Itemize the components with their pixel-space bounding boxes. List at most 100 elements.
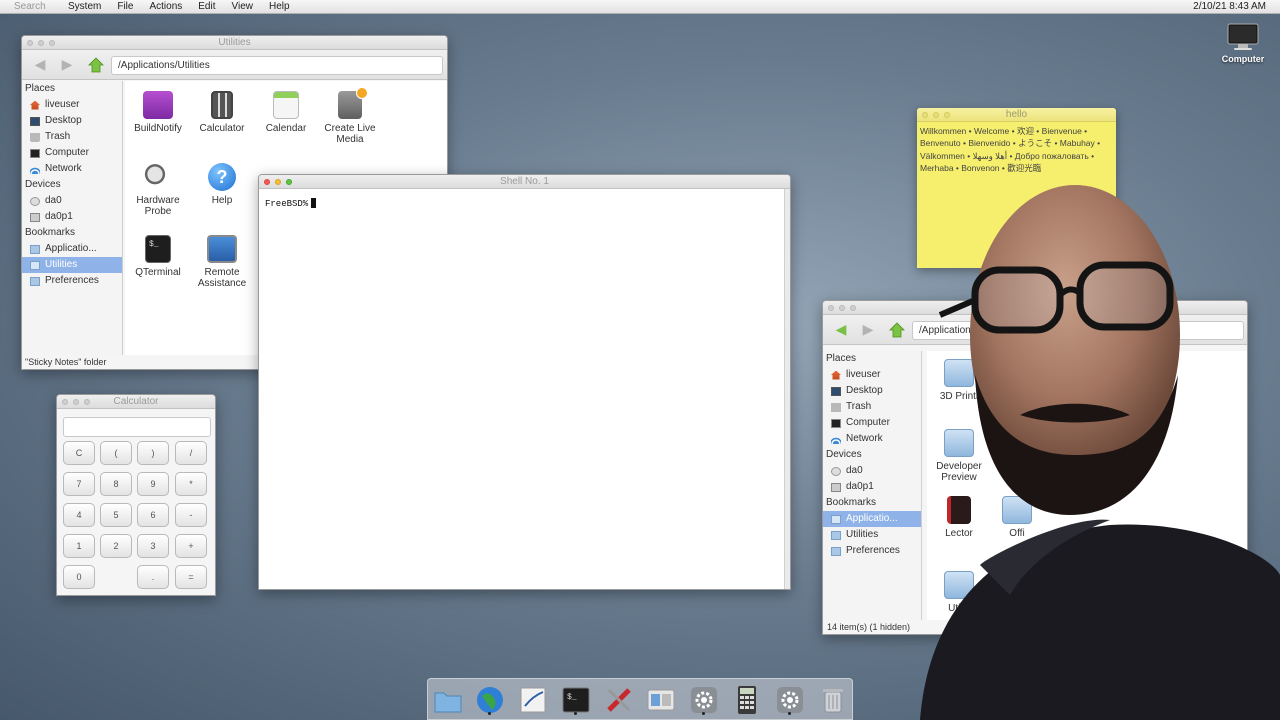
sticky-text[interactable]: Willkommen • Welcome • 欢迎 • Bienvenue • … — [917, 122, 1116, 178]
key-5[interactable]: 5 — [100, 503, 132, 527]
app-label: BuildNotify — [134, 123, 182, 134]
app-calculator[interactable]: Calculator — [190, 91, 254, 134]
minimize-button[interactable] — [839, 305, 845, 311]
dock-trash-icon[interactable] — [817, 684, 849, 716]
desktop-computer[interactable]: Computer — [1215, 22, 1271, 64]
key-close-paren[interactable]: ) — [137, 441, 169, 465]
key-4[interactable]: 4 — [63, 503, 95, 527]
app-remote-assistance[interactable]: Remote Assistance — [190, 235, 254, 289]
key-6[interactable]: 6 — [137, 503, 169, 527]
app-help[interactable]: ? Help — [190, 163, 254, 206]
key-add[interactable]: + — [175, 534, 207, 558]
running-indicator — [788, 712, 791, 715]
terminal-area[interactable]: FreeBSD% — [259, 189, 790, 589]
key-8[interactable]: 8 — [100, 472, 132, 496]
app-qterminal[interactable]: $_ QTerminal — [126, 235, 190, 278]
sticky-titlebar[interactable]: hello — [917, 108, 1116, 122]
close-button[interactable] — [828, 305, 834, 311]
app-hardware-probe[interactable]: Hardware Probe — [126, 163, 190, 217]
maximize-button[interactable] — [84, 399, 90, 405]
key-7[interactable]: 7 — [63, 472, 95, 496]
monitor-icon — [1227, 23, 1259, 50]
menu-edit[interactable]: Edit — [190, 1, 223, 12]
folder-icon — [831, 514, 841, 524]
key-subtract[interactable]: - — [175, 503, 207, 527]
key-1[interactable]: 1 — [63, 534, 95, 558]
close-button[interactable] — [62, 399, 68, 405]
sidebar-item-trash[interactable]: Trash — [22, 129, 122, 145]
calculator-titlebar[interactable]: Calculator — [57, 395, 215, 409]
dock-calculator-icon[interactable] — [731, 684, 763, 716]
key-clear[interactable]: C — [63, 441, 95, 465]
window-controls — [828, 305, 856, 311]
dock-settings-icon[interactable] — [688, 684, 720, 716]
sidebar-item-desktop[interactable]: Desktop — [22, 113, 122, 129]
sidebar-item-utilities[interactable]: Utilities — [22, 257, 122, 273]
menu-view[interactable]: View — [224, 1, 262, 12]
maximize-button[interactable] — [49, 40, 55, 46]
sidebar-item-network[interactable]: Network — [22, 161, 122, 177]
menu-help[interactable]: Help — [261, 1, 298, 12]
key-open-paren[interactable]: ( — [100, 441, 132, 465]
close-button[interactable] — [27, 40, 33, 46]
dock-text-editor-icon[interactable] — [517, 684, 549, 716]
dock-utilities-icon[interactable] — [603, 684, 635, 716]
dock-settings-icon-2[interactable] — [774, 684, 806, 716]
window-controls — [264, 179, 292, 185]
menu-file[interactable]: File — [109, 1, 141, 12]
desktop-icon — [30, 116, 40, 126]
minimize-button[interactable] — [275, 179, 281, 185]
sidebar-item-da0[interactable]: da0 — [22, 193, 122, 209]
menubar-search[interactable]: Search — [0, 1, 60, 12]
maximize-button[interactable] — [850, 305, 856, 311]
maximize-button[interactable] — [286, 179, 292, 185]
sidebar-item-label: Utilities — [45, 259, 78, 270]
window-controls — [27, 40, 55, 46]
computer-icon — [831, 418, 841, 428]
sidebar-item-preferences[interactable]: Preferences — [22, 273, 122, 289]
minimize-button[interactable] — [38, 40, 44, 46]
key-divide[interactable]: / — [175, 441, 207, 465]
app-label: Help — [211, 195, 233, 206]
dock-globe-icon[interactable] — [474, 684, 506, 716]
app-label: Calculator — [199, 123, 245, 134]
shell-titlebar[interactable]: Shell No. 1 — [259, 175, 790, 189]
app-create-live-media[interactable]: Create Live Media — [318, 87, 382, 145]
app-label: Hardware Probe — [136, 195, 180, 217]
back-arrow-icon[interactable]: ◀ — [833, 322, 849, 336]
sidebar-item-da0p1[interactable]: da0p1 — [22, 209, 122, 225]
key-equals[interactable]: = — [175, 565, 207, 589]
dock-folder-icon[interactable] — [432, 684, 464, 716]
dock-windows-icon[interactable] — [645, 684, 677, 716]
home-icon[interactable] — [88, 57, 104, 73]
shell-prompt: FreeBSD% — [265, 198, 317, 209]
key-3[interactable]: 3 — [137, 534, 169, 558]
key-9[interactable]: 9 — [137, 472, 169, 496]
back-arrow-icon[interactable]: ◀ — [32, 57, 48, 71]
menu-actions[interactable]: Actions — [141, 1, 190, 12]
calculator-display[interactable] — [63, 417, 211, 437]
sidebar-item-applications[interactable]: Applicatio... — [22, 241, 122, 257]
key-0[interactable]: 0 — [63, 565, 95, 589]
app-buildnotify[interactable]: BuildNotify — [126, 91, 190, 134]
utilities-titlebar[interactable]: Utilities — [22, 36, 447, 50]
forward-arrow-icon[interactable]: ▶ — [59, 57, 75, 71]
sidebar-item-computer[interactable]: Computer — [22, 145, 122, 161]
app-calendar[interactable]: Calendar — [254, 91, 318, 134]
key-2[interactable]: 2 — [100, 534, 132, 558]
key-multiply[interactable]: * — [175, 472, 207, 496]
minimize-button[interactable] — [933, 112, 939, 118]
menubar-clock[interactable]: 2/10/21 8:43 AM — [1193, 1, 1266, 12]
maximize-button[interactable] — [944, 112, 950, 118]
minimize-button[interactable] — [73, 399, 79, 405]
dock-terminal-icon[interactable]: $_ — [560, 684, 592, 716]
scrollbar[interactable] — [784, 189, 790, 589]
menu-system[interactable]: System — [60, 1, 109, 12]
sidebar-item-liveuser[interactable]: liveuser — [22, 97, 122, 113]
path-bar[interactable]: /Applications/Utilities — [111, 56, 443, 75]
close-button[interactable] — [264, 179, 270, 185]
key-decimal[interactable]: . — [137, 565, 169, 589]
gear-icon — [143, 91, 173, 119]
running-indicator — [488, 712, 491, 715]
close-button[interactable] — [922, 112, 928, 118]
